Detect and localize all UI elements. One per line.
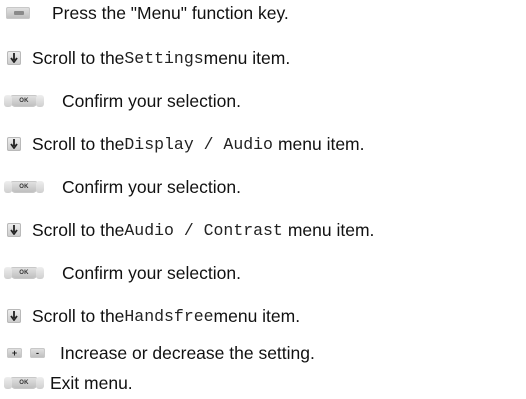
- ok-key-icon: OK: [4, 377, 44, 389]
- menu-item-name: Handsfree: [124, 306, 214, 326]
- step-text: menu item.: [213, 305, 301, 326]
- step-text: Scroll to the: [32, 47, 125, 68]
- step-text: Scroll to the: [32, 133, 125, 154]
- down-arrow-icon: [7, 51, 21, 65]
- step-text: Scroll to the: [32, 219, 125, 240]
- menu-key-icon: [6, 7, 30, 19]
- step-text: menu item.: [287, 219, 375, 240]
- down-arrow-icon: [7, 137, 21, 151]
- minus-key-icon: -: [30, 348, 45, 358]
- ok-key-icon: OK: [4, 95, 44, 107]
- step-confirm: OK Confirm your selection.: [0, 174, 241, 200]
- step-text: Confirm your selection.: [62, 176, 241, 197]
- ok-key-icon: OK: [4, 181, 44, 193]
- down-arrow-icon: [7, 309, 21, 323]
- menu-item-name: Audio / Contrast: [124, 220, 283, 240]
- plus-key-icon: +: [7, 348, 22, 358]
- step-text: Confirm your selection.: [62, 262, 241, 283]
- step-scroll-audio-contrast: Scroll to the Audio / Contrast menu item…: [0, 217, 374, 243]
- step-text: menu item.: [203, 47, 291, 68]
- step-scroll-handsfree: Scroll to the Handsfree menu item.: [0, 303, 300, 329]
- step-press-menu: Press the "Menu" function key.: [0, 0, 289, 26]
- step-text: Scroll to the: [32, 305, 125, 326]
- ok-key-icon: OK: [4, 267, 44, 279]
- step-scroll-display-audio: Scroll to the Display / Audio menu item.: [0, 131, 365, 157]
- step-exit-menu: OK Exit menu.: [0, 370, 133, 396]
- step-confirm: OK Confirm your selection.: [0, 260, 241, 286]
- step-text: Press the "Menu" function key.: [52, 2, 289, 23]
- step-text: Confirm your selection.: [62, 90, 241, 111]
- step-scroll-settings: Scroll to the Settings menu item.: [0, 45, 290, 71]
- down-arrow-icon: [7, 223, 21, 237]
- menu-item-name: Settings: [124, 48, 204, 68]
- menu-item-name: Display / Audio: [124, 134, 273, 154]
- step-adjust-setting: + - Increase or decrease the setting.: [0, 340, 315, 366]
- step-text: menu item.: [277, 133, 365, 154]
- step-text: Increase or decrease the setting.: [60, 342, 315, 363]
- step-text: Exit menu.: [50, 372, 133, 393]
- step-confirm: OK Confirm your selection.: [0, 88, 241, 114]
